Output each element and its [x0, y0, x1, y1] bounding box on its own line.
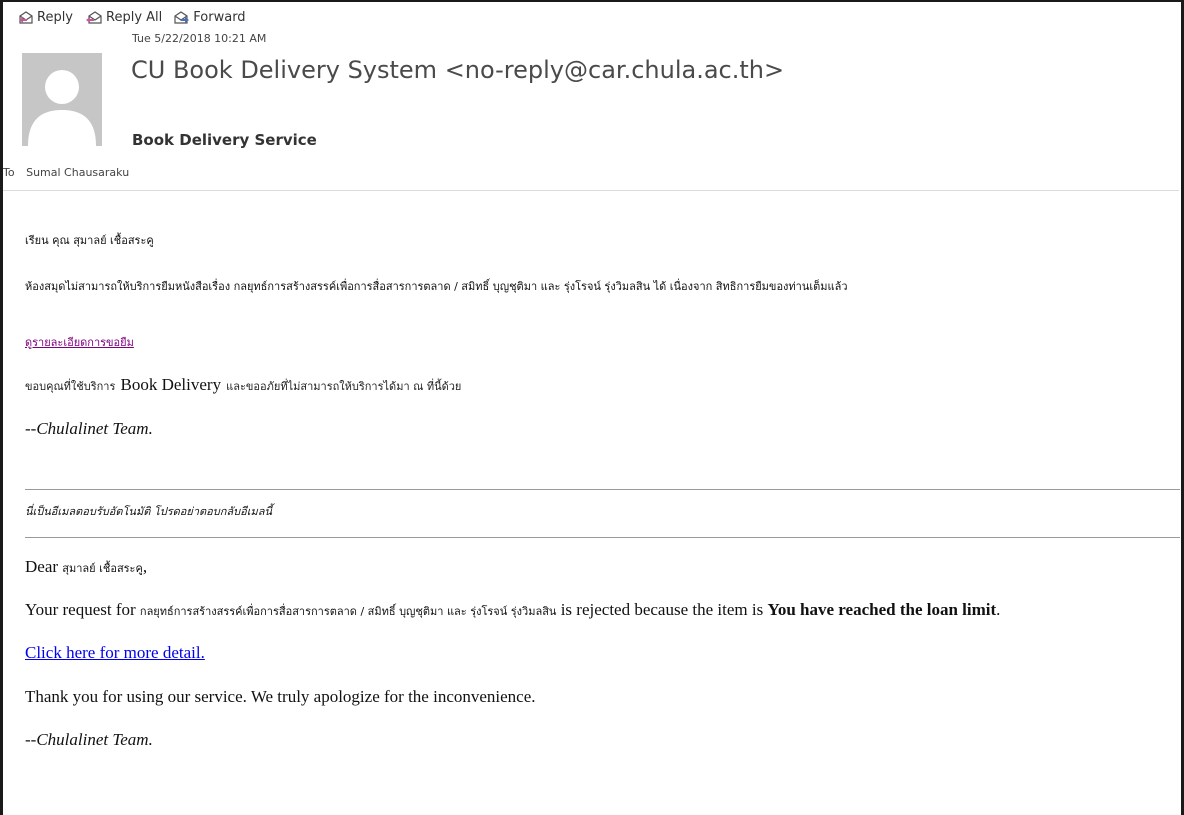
sender-avatar: [22, 53, 102, 146]
thai-greeting: เรียน คุณ สุมาลย์ เชื้อสระคู: [25, 234, 154, 247]
en-request-end: .: [996, 600, 1001, 619]
auto-reply-rule-top: [25, 489, 1180, 490]
en-greeting: Dear สุมาลย์ เชื้อสระคู,: [25, 557, 147, 577]
en-signature: --Chulalinet Team.: [25, 730, 153, 749]
thai-thanks: ขอบคุณที่ใช้บริการ Book Delivery และขออภ…: [25, 375, 461, 395]
reply-icon: [18, 10, 34, 24]
auto-reply-note: นี่เป็นอีเมลตอบรับอัตโนมัติ โปรดอย่าตอบก…: [25, 505, 272, 518]
thai-message: ห้องสมุดไม่สามารถให้บริการยืมหนังสือเรื่…: [25, 280, 848, 293]
header-divider: [3, 190, 1179, 191]
en-request: Your request for กลยุทธ์การสร้างสรรค์เพื…: [25, 600, 1000, 620]
recipient-line: To Sumal Chausaraku: [3, 166, 129, 179]
en-dear: Dear: [25, 557, 59, 576]
thai-signature: --Chulalinet Team.: [25, 419, 153, 438]
thai-thanks-prefix: ขอบคุณที่ใช้บริการ: [25, 380, 116, 393]
message-subject: Book Delivery Service: [132, 131, 317, 149]
to-label: To: [3, 166, 15, 179]
en-request-prefix: Your request for: [25, 600, 136, 619]
en-dear-end: ,: [142, 557, 148, 576]
en-thanks: Thank you for using our service. We trul…: [25, 687, 536, 706]
reply-all-button[interactable]: Reply All: [85, 10, 162, 25]
thai-detail-link-row: ดูรายละเอียดการขอยืม: [25, 331, 134, 351]
window-frame-left: [0, 0, 3, 815]
forward-button[interactable]: Forward: [174, 9, 246, 25]
en-request-middle: is rejected because the item is: [560, 600, 764, 619]
reply-button[interactable]: Reply: [18, 10, 73, 25]
en-request-title: กลยุทธ์การสร้างสรรค์เพื่อการสื่อสารการตล…: [139, 605, 557, 618]
forward-label: Forward: [193, 9, 246, 25]
en-detail-link[interactable]: Click here for more detail.: [25, 643, 205, 662]
message-date: Tue 5/22/2018 10:21 AM: [132, 32, 267, 45]
recipient-name[interactable]: Sumal Chausaraku: [26, 166, 129, 179]
reply-label: Reply: [37, 9, 74, 25]
en-rejection-reason: You have reached the loan limit: [767, 600, 997, 619]
auto-reply-rule-bottom: [25, 537, 1180, 538]
window-frame-top: [0, 0, 1184, 2]
en-recipient-name: สุมาลย์ เชื้อสระคู: [62, 562, 143, 575]
forward-icon: [174, 10, 190, 24]
thai-thanks-suffix: และขออภัยที่ไม่สามารถให้บริการได้มา ณ ที…: [226, 380, 462, 393]
sender-name[interactable]: CU Book Delivery System <no-reply@car.ch…: [131, 56, 784, 84]
thai-thanks-service: Book Delivery: [120, 375, 222, 394]
message-toolbar: Reply Reply All Forward: [18, 6, 246, 28]
reply-all-label: Reply All: [106, 9, 163, 25]
reply-all-icon: [85, 10, 103, 24]
thai-detail-link[interactable]: ดูรายละเอียดการขอยืม: [25, 336, 134, 349]
en-detail-link-row: Click here for more detail.: [25, 643, 205, 663]
